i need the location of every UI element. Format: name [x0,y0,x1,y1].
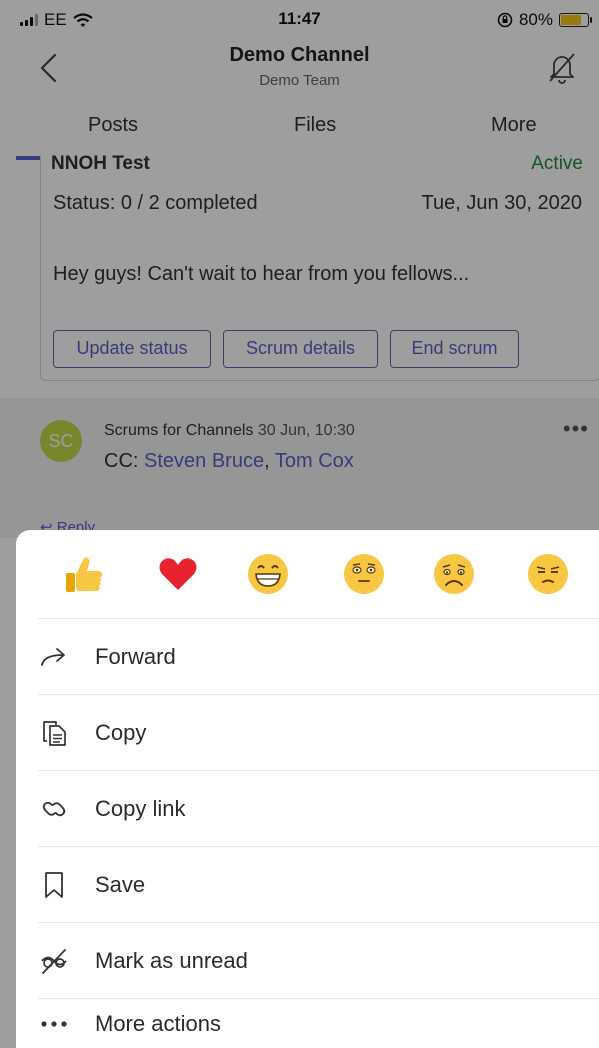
copy-icon [43,721,66,746]
more-horizontal-icon [41,1020,67,1027]
save-label: Save [95,872,146,897]
copy-label: Copy [95,720,147,745]
forward-action[interactable]: Forward [16,619,599,695]
more-actions-label: More actions [95,1010,221,1036]
forward-label: Forward [95,644,176,669]
mark-unread-action[interactable]: Mark as unread [16,923,599,999]
copy-action[interactable]: Copy [16,695,599,771]
surprised-face-icon[interactable] [342,552,386,596]
copy-link-action[interactable]: Copy link [16,771,599,847]
heart-icon[interactable] [156,552,200,596]
mark-unread-label: Mark as unread [95,948,248,973]
mark-unread-icon [41,949,67,974]
copy-link-label: Copy link [95,796,186,821]
forward-arrow-icon [41,648,65,666]
save-action[interactable]: Save [16,847,599,923]
link-icon [42,801,66,817]
message-actions-sheet: Forward Copy Copy link Save Mark as unre… [16,530,599,1048]
reaction-bar [16,530,599,618]
thumbs-up-icon[interactable] [62,552,106,596]
bookmark-icon [45,872,63,898]
sad-face-icon[interactable] [432,552,476,596]
laughing-face-icon[interactable] [246,552,290,596]
angry-face-icon[interactable] [526,552,570,596]
more-actions-action[interactable]: More actions [16,999,599,1048]
